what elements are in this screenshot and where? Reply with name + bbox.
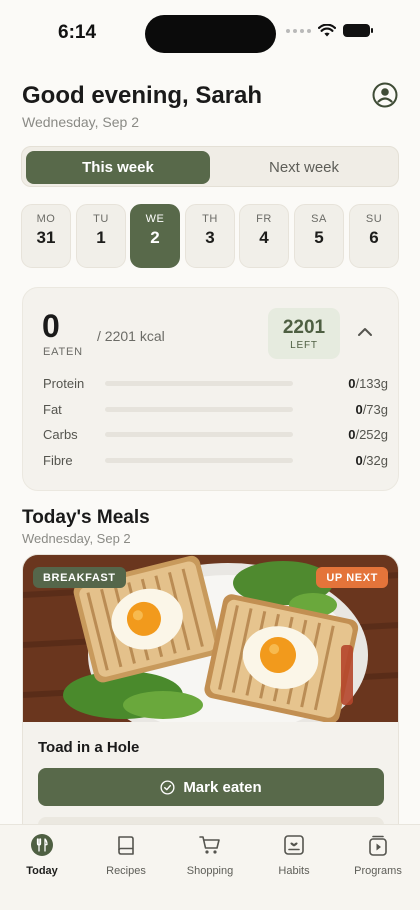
macro-row-fat: Fat 0/73g (43, 400, 388, 420)
day-number: 2 (150, 228, 160, 247)
macro-progress-bar (105, 432, 293, 437)
macro-current: 0 (355, 453, 363, 468)
day-number: 1 (96, 228, 106, 247)
macro-target: /252g (355, 427, 388, 442)
eaten-label: EATEN (43, 346, 83, 358)
day-we[interactable]: WE 2 (130, 204, 180, 268)
meal-card[interactable]: BREAKFAST UP NEXT Toad in a Hole Mark ea… (22, 554, 399, 844)
status-icons (286, 24, 373, 37)
macro-row-carbs: Carbs 0/252g (43, 425, 388, 445)
day-number: 3 (205, 228, 215, 247)
macro-value: 0/73g (355, 402, 388, 417)
section-title-todays-meals: Today's Meals (22, 507, 150, 528)
heart-list-icon (284, 835, 304, 855)
tab-label: Today (26, 865, 58, 877)
tab-next-week[interactable]: Next week (212, 151, 396, 184)
status-time: 6:14 (58, 22, 97, 43)
day-number: 31 (36, 228, 56, 247)
macro-value: 0/133g (348, 376, 388, 391)
meal-name: Toad in a Hole (38, 739, 140, 756)
calories-left-value: 2201 (282, 316, 326, 338)
macro-progress-bar (105, 381, 293, 386)
macro-name: Fibre (43, 453, 73, 468)
macro-progress-bar (105, 458, 293, 463)
day-th[interactable]: TH 3 (185, 204, 235, 268)
signal-dots-icon (286, 28, 311, 33)
check-circle-icon (160, 779, 175, 795)
macro-current: 0 (355, 402, 363, 417)
wifi-icon (318, 24, 336, 37)
header-date: Wednesday, Sep 2 (22, 114, 140, 130)
day-name: MO (36, 213, 56, 225)
macro-target: /133g (355, 376, 388, 391)
tab-recipes[interactable]: Recipes (84, 833, 168, 877)
day-mo[interactable]: MO 31 (21, 204, 71, 268)
battery-icon (343, 24, 373, 37)
day-number: 5 (314, 228, 324, 247)
week-toggle: This week Next week (21, 146, 399, 187)
tab-shopping[interactable]: Shopping (168, 833, 252, 877)
mark-eaten-label: Mark eaten (183, 778, 262, 796)
tab-habits[interactable]: Habits (252, 833, 336, 877)
fork-knife-icon (31, 834, 53, 856)
day-number: 4 (259, 228, 269, 247)
macro-row-protein: Protein 0/133g (43, 374, 388, 394)
macro-target: /73g (362, 402, 388, 417)
tab-label: Recipes (106, 865, 146, 877)
bottom-tab-bar: Today Recipes Shopping Habits Programs (0, 824, 420, 910)
day-name: TU (93, 213, 109, 225)
calories-left-label: LEFT (290, 339, 318, 351)
greeting-title: Good evening, Sarah (22, 82, 263, 109)
tab-today[interactable]: Today (0, 833, 84, 877)
tab-this-week[interactable]: This week (26, 151, 210, 184)
meals-date: Wednesday, Sep 2 (22, 531, 131, 546)
day-sa[interactable]: SA 5 (294, 204, 344, 268)
chevron-up-icon[interactable] (357, 326, 373, 338)
status-bar: 6:14 (0, 0, 420, 70)
tab-label: Shopping (186, 865, 234, 877)
cart-icon (199, 836, 220, 854)
eaten-calories: 0 (42, 308, 60, 344)
dynamic-island (145, 15, 276, 53)
macro-value: 0/32g (355, 453, 388, 468)
day-name: TH (202, 213, 218, 225)
day-name: SU (365, 213, 383, 225)
macro-progress-bar (105, 407, 293, 412)
mark-eaten-button[interactable]: Mark eaten (38, 768, 384, 806)
profile-icon[interactable] (372, 82, 398, 108)
macro-value: 0/252g (348, 427, 388, 442)
calorie-target: / 2201 kcal (97, 328, 165, 344)
nutrition-summary-card: 0 EATEN / 2201 kcal 2201 LEFT Protein 0/… (22, 287, 399, 491)
tab-label: Programs (354, 865, 402, 877)
tab-label: Habits (278, 865, 310, 877)
tab-programs[interactable]: Programs (336, 833, 420, 877)
macro-target: /32g (362, 453, 388, 468)
day-name: WE (145, 213, 165, 225)
meal-type-badge: BREAKFAST (33, 567, 126, 588)
macro-row-fibre: Fibre 0/32g (43, 451, 388, 471)
day-name: SA (311, 213, 327, 225)
day-number: 6 (369, 228, 379, 247)
day-su[interactable]: SU 6 (349, 204, 399, 268)
book-icon (118, 836, 134, 855)
day-picker: MO 31 TU 1 WE 2 TH 3 FR 4 SA 5 SU 6 (21, 204, 401, 268)
day-fr[interactable]: FR 4 (239, 204, 289, 268)
day-tu[interactable]: TU 1 (76, 204, 126, 268)
day-name: FR (256, 213, 272, 225)
calories-left-badge: 2201 LEFT (268, 308, 340, 359)
up-next-badge: UP NEXT (316, 567, 388, 588)
play-stack-icon (369, 835, 387, 856)
macro-name: Carbs (43, 427, 78, 442)
macro-name: Fat (43, 402, 62, 417)
macro-name: Protein (43, 376, 85, 391)
